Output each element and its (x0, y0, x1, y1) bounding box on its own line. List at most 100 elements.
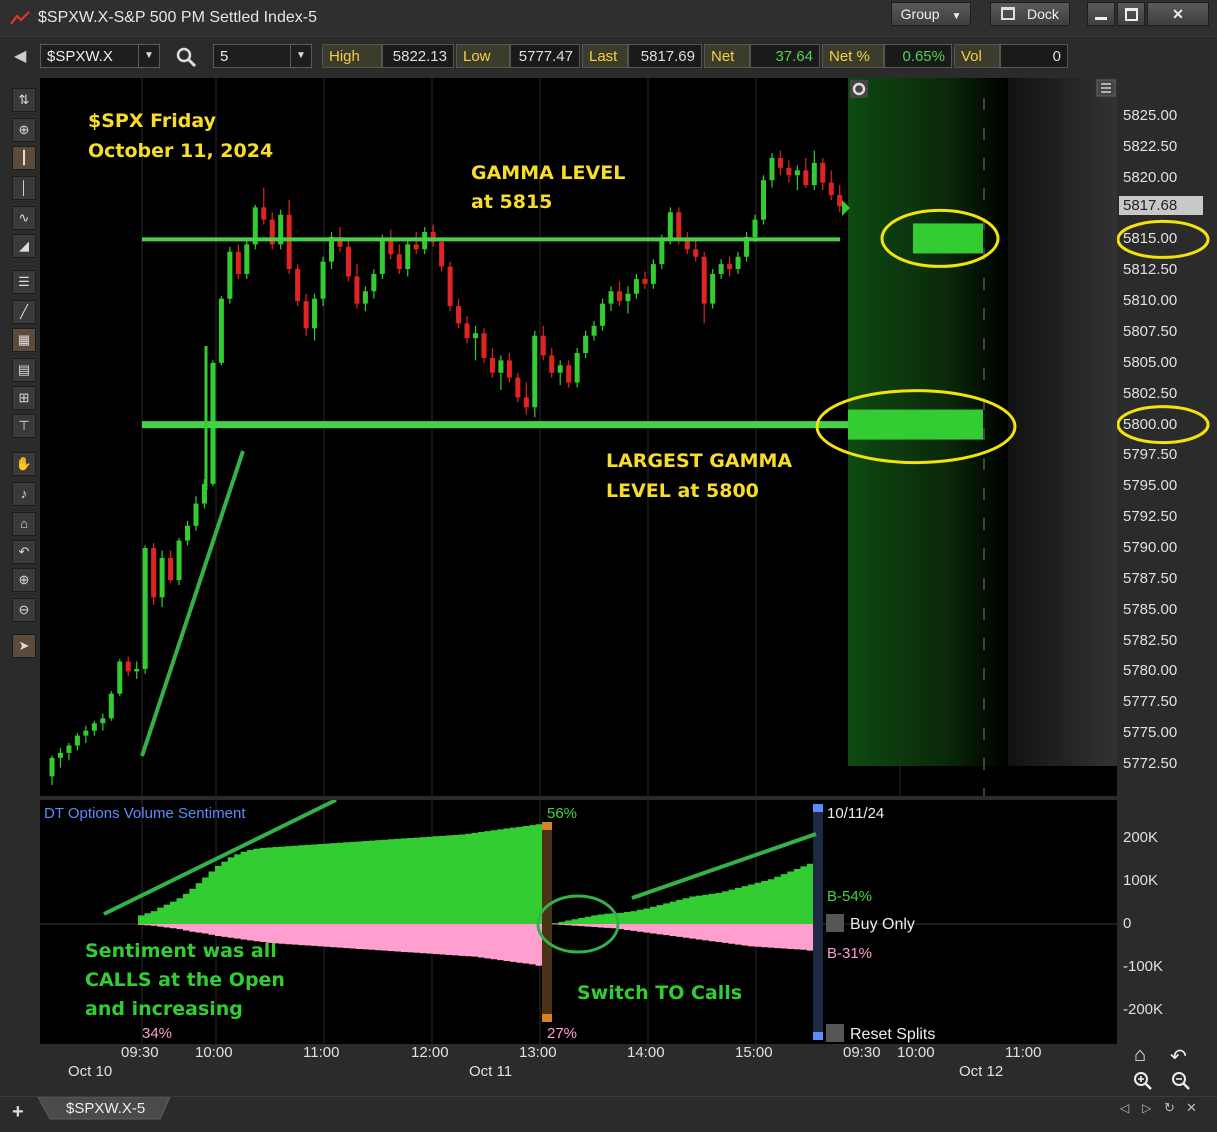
line-icon[interactable]: ∿ (12, 206, 36, 230)
drag-icon[interactable]: ✋ (12, 452, 36, 476)
sent-buy-pct: B-54% (827, 888, 872, 905)
candle-body (608, 291, 614, 304)
candle (710, 269, 716, 309)
candle-body (286, 214, 292, 270)
home-icon[interactable]: ⌂ (12, 512, 36, 536)
symbol-combo[interactable]: $SPXW.X ▼ (40, 44, 160, 68)
session-split-bar[interactable] (542, 826, 552, 1020)
collapse-left-icon[interactable]: ◀ (14, 46, 26, 66)
chart-nav-controls: ⌂ ↶ (1130, 1044, 1200, 1096)
price-axis[interactable]: 5825.005822.505820.005817.505815.005812.… (1117, 78, 1217, 796)
date-split-top[interactable] (813, 804, 823, 812)
fib-icon[interactable]: ☰ (12, 270, 36, 294)
candle-body (117, 661, 123, 694)
pointer-icon[interactable]: ➤ (12, 634, 36, 658)
grid-icon[interactable]: ▦ (12, 328, 36, 352)
candle-body (786, 167, 792, 176)
candle-body (379, 239, 385, 274)
candle-body (481, 333, 487, 358)
undo-icon[interactable]: ↶ (1170, 1044, 1187, 1069)
candle-body (625, 293, 631, 302)
buy-only-gear-icon[interactable] (826, 914, 844, 932)
candle (447, 261, 453, 312)
area-icon[interactable]: ◢ (12, 234, 36, 258)
sentiment-note-line-2: CALLS at the Open (85, 969, 285, 991)
quote-label-4: Net % (822, 44, 884, 68)
candle-body (235, 251, 241, 274)
dock-icon (1001, 7, 1016, 20)
candle-body (574, 352, 580, 383)
candle (108, 691, 114, 721)
sentiment-axis[interactable]: 200K 100K 0 -100K -200K (1117, 800, 1217, 1044)
gamma-level-5800-bar (848, 409, 983, 440)
close-button[interactable]: ✕ (1147, 2, 1209, 26)
zoom-in-icon[interactable]: ⊕ (12, 568, 36, 592)
group-button[interactable]: Group ▼ (891, 2, 971, 26)
sent-tick-label: 0 (1123, 915, 1132, 932)
zoom-out-icon[interactable]: ⊖ (12, 598, 36, 622)
candle-body (676, 212, 682, 240)
date-split-bar[interactable] (813, 804, 823, 1040)
chart-line-icon (10, 11, 30, 25)
cursor-sync-icon[interactable]: ⇅ (12, 88, 36, 112)
search-icon[interactable] (176, 47, 198, 69)
sentiment-panel[interactable]: DT Options Volume Sentiment 56% 27% 34% 10/1… (40, 800, 1117, 1044)
split-handle-top[interactable] (542, 822, 552, 830)
split-handle-bottom[interactable] (542, 1014, 552, 1022)
window-title: $SPXW.X-S&P 500 PM Settled Index-5 (38, 9, 317, 26)
split-icon[interactable]: ⊤ (12, 414, 36, 438)
reset-splits-icon[interactable] (826, 1024, 844, 1042)
chevron-down-icon[interactable]: ▼ (138, 45, 159, 67)
zoom-in-icon[interactable] (1132, 1070, 1154, 1092)
chevron-down-icon[interactable]: ▼ (290, 45, 311, 67)
table-icon[interactable]: ▤ (12, 358, 36, 382)
largest-gamma-line-2: LEVEL at 5800 (606, 480, 759, 502)
gamma-label-line-1: GAMMA LEVEL (471, 162, 625, 184)
time-tick-label: 11:00 (303, 1044, 340, 1061)
refresh-icon[interactable]: ↻ (1164, 1100, 1175, 1116)
close-tab-icon[interactable]: ✕ (1186, 1100, 1197, 1116)
minimize-button[interactable] (1087, 2, 1115, 26)
candle-icon[interactable]: ┃ (12, 146, 36, 170)
date-label: Oct 11 (469, 1063, 513, 1080)
candle-body (456, 306, 462, 324)
candle-body (74, 735, 80, 746)
price-chart[interactable]: $SPX Friday October 11, 2024 GAMMA LEVEL at… (40, 78, 1117, 796)
date-split-bottom[interactable] (813, 1032, 823, 1040)
time-tick-label: 10:00 (195, 1044, 233, 1061)
candle-body (727, 264, 733, 270)
chevron-down-icon: ▼ (951, 11, 962, 22)
bar-icon[interactable]: │ (12, 176, 36, 200)
maximize-button[interactable] (1117, 2, 1145, 26)
zoom-out-icon[interactable] (1170, 1070, 1192, 1092)
candle (117, 659, 123, 697)
candle-body (83, 730, 89, 736)
time-axis[interactable]: 09:30 10:00 11:00 12:00 13:00 14:00 15:00 09:30… (40, 1044, 1117, 1094)
scroll-right-icon[interactable]: ▷ (1142, 1101, 1151, 1115)
candle (227, 246, 233, 304)
candle-body (100, 718, 106, 724)
home-icon[interactable]: ⌂ (1134, 1044, 1146, 1067)
sent-sell-pct: B-31% (827, 945, 872, 962)
sent-tick-label: 100K (1123, 872, 1159, 889)
undo-icon[interactable]: ↶ (12, 540, 36, 564)
plus-icon[interactable]: + (12, 1101, 24, 1124)
layout-icon[interactable]: ⊞ (12, 386, 36, 410)
candle-body (473, 333, 478, 339)
interval-combo[interactable]: 5 ▼ (213, 44, 312, 68)
dock-button-label: Dock (1026, 6, 1059, 22)
price-axis-overlay (1117, 219, 1210, 445)
candle-body (151, 548, 157, 598)
candle-body (362, 291, 368, 304)
dock-button[interactable]: Dock (990, 2, 1070, 26)
quote-label-1: Low (456, 44, 510, 68)
trendline-icon[interactable]: ╱ (12, 300, 36, 324)
settings-gear-icon[interactable] (850, 80, 868, 98)
crosshair-icon[interactable]: ⊕ (12, 118, 36, 142)
candle-body (57, 752, 63, 758)
candle-body (108, 693, 114, 719)
note-icon[interactable]: ♪ (12, 482, 36, 506)
candle-body (489, 357, 495, 373)
candle-body (616, 291, 622, 302)
scroll-left-icon[interactable]: ◁ (1120, 1101, 1129, 1115)
